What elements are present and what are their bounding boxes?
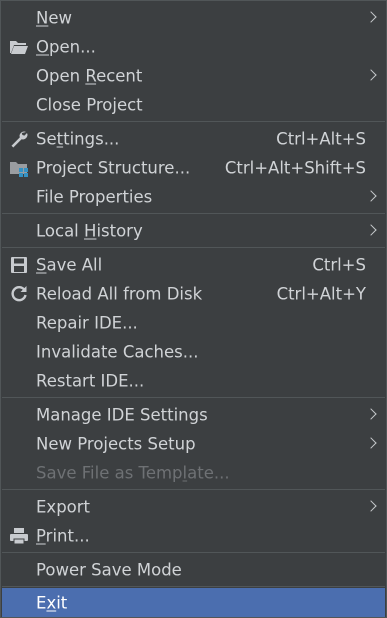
separator — [2, 247, 385, 248]
project-structure-icon — [9, 158, 29, 178]
submenu-arrow-icon — [365, 223, 377, 236]
menu-item-label: Restart IDE... — [36, 371, 145, 390]
separator — [2, 397, 385, 398]
menu-item-label: Manage IDE Settings — [36, 405, 208, 424]
submenu-arrow-icon — [365, 189, 377, 202]
menu-item-power-save-mode[interactable]: Power Save Mode — [2, 555, 385, 584]
menu-item-settings[interactable]: Settings... Ctrl+Alt+S — [2, 124, 385, 153]
menu-item-label: Save All — [36, 255, 103, 274]
menu-item-label: Exit — [36, 593, 68, 612]
menu-item-label: Export — [36, 497, 91, 516]
submenu-arrow-icon — [365, 499, 377, 512]
menu-item-save-file-as-template: Save File as Template... — [2, 458, 385, 487]
menu-item-label: Save File as Template... — [36, 463, 230, 482]
menu-item-label: Repair IDE... — [36, 313, 138, 332]
menu-item-export[interactable]: Export — [2, 492, 385, 521]
menu-item-local-history[interactable]: Local History — [2, 216, 385, 245]
separator — [2, 121, 385, 122]
submenu-arrow-icon — [365, 10, 377, 23]
separator — [2, 489, 385, 490]
menu-item-label: New Projects Setup — [36, 434, 196, 453]
menu-item-label: Settings... — [36, 129, 120, 148]
menu-item-file-properties[interactable]: File Properties — [2, 182, 385, 211]
menu-item-label: Close Project — [36, 95, 143, 114]
menu-item-exit[interactable]: Exit — [2, 588, 385, 617]
menu-item-label: New — [36, 8, 72, 27]
menu-item-close-project[interactable]: Close Project — [2, 90, 385, 119]
wrench-icon — [9, 129, 29, 149]
menu-item-label: Print... — [36, 526, 90, 545]
menu-item-label: File Properties — [36, 187, 153, 206]
printer-icon — [9, 526, 29, 546]
menu-item-label: Reload All from Disk — [36, 284, 203, 303]
menu-item-reload-all[interactable]: Reload All from Disk Ctrl+Alt+Y — [2, 279, 385, 308]
menu-item-invalidate-caches[interactable]: Invalidate Caches... — [2, 337, 385, 366]
submenu-arrow-icon — [365, 68, 377, 81]
menu-item-save-all[interactable]: Save All Ctrl+S — [2, 250, 385, 279]
shortcut-label: Ctrl+Alt+Shift+S — [224, 158, 366, 177]
submenu-arrow-icon — [365, 407, 377, 420]
menu-item-project-structure[interactable]: Project Structure... Ctrl+Alt+Shift+S — [2, 153, 385, 182]
menu-item-open-recent[interactable]: Open Recent — [2, 61, 385, 90]
reload-icon — [9, 284, 29, 304]
menu-item-open[interactable]: Open... — [2, 32, 385, 61]
folder-open-icon — [9, 37, 29, 57]
menu-item-new[interactable]: New — [2, 3, 385, 32]
menu-item-manage-ide-settings[interactable]: Manage IDE Settings — [2, 400, 385, 429]
menu-item-repair-ide[interactable]: Repair IDE... — [2, 308, 385, 337]
shortcut-label: Ctrl+Alt+Y — [276, 284, 366, 303]
menu-item-label: Project Structure... — [36, 158, 191, 177]
shortcut-label: Ctrl+Alt+S — [276, 129, 366, 148]
menu-item-restart-ide[interactable]: Restart IDE... — [2, 366, 385, 395]
menu-item-label: Power Save Mode — [36, 560, 182, 579]
submenu-arrow-icon — [365, 436, 377, 449]
menu-item-label: Invalidate Caches... — [36, 342, 199, 361]
file-menu: New Open... Open Recent Close Project Se… — [0, 0, 387, 618]
menu-item-label: Local History — [36, 221, 143, 240]
menu-item-new-projects-setup[interactable]: New Projects Setup — [2, 429, 385, 458]
shortcut-label: Ctrl+S — [312, 255, 366, 274]
separator — [2, 552, 385, 553]
menu-item-label: Open... — [36, 37, 96, 56]
floppy-disk-icon — [9, 255, 29, 275]
menu-item-label: Open Recent — [36, 66, 143, 85]
separator — [2, 213, 385, 214]
menu-item-print[interactable]: Print... — [2, 521, 385, 550]
separator — [2, 586, 385, 587]
